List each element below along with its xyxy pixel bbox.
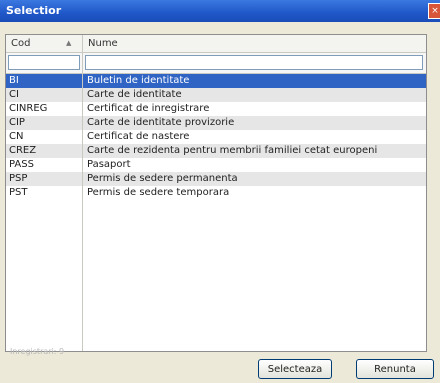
cell-nume: Certificat de inregistrare	[87, 103, 210, 114]
cell-nume: Permis de sedere temporara	[87, 187, 230, 198]
cell-cod: PSP	[9, 173, 28, 184]
selection-grid: Cod ▲ Nume BI Buletin de identitate CI C…	[5, 34, 427, 352]
table-row[interactable]: PSP Permis de sedere permanenta	[6, 172, 426, 186]
column-header-cod[interactable]: Cod ▲	[6, 35, 83, 52]
table-row[interactable]: CREZ Carte de rezidenta pentru membrii f…	[6, 144, 426, 158]
cell-nume: Carte de identitate provizorie	[87, 117, 235, 128]
cell-cod: CN	[9, 131, 24, 142]
cell-cod: CREZ	[9, 145, 37, 156]
table-row[interactable]: CIP Carte de identitate provizorie	[6, 116, 426, 130]
table-row[interactable]: BI Buletin de identitate	[6, 74, 426, 88]
cell-nume: Certificat de nastere	[87, 131, 190, 142]
table-row[interactable]: CINREG Certificat de inregistrare	[6, 102, 426, 116]
cell-cod: CINREG	[9, 103, 48, 114]
column-header-cod-label: Cod	[11, 38, 31, 49]
cancel-button[interactable]: Renunta	[356, 359, 434, 379]
table-row[interactable]: PST Permis de sedere temporara	[6, 186, 426, 200]
filter-cod-input[interactable]	[8, 55, 80, 70]
table-row[interactable]: CN Certificat de nastere	[6, 130, 426, 144]
status-text: Inregistrari: 9	[10, 347, 65, 356]
select-button[interactable]: Selecteaza	[258, 359, 332, 379]
cell-nume: Buletin de identitate	[87, 75, 190, 86]
cell-nume: Carte de rezidenta pentru membrii famili…	[87, 145, 378, 156]
cell-nume: Permis de sedere permanenta	[87, 173, 238, 184]
column-divider	[82, 35, 83, 351]
cell-cod: BI	[9, 75, 19, 86]
grid-header: Cod ▲ Nume	[6, 35, 426, 53]
cell-cod: CI	[9, 89, 19, 100]
cell-nume: Carte de identitate	[87, 89, 182, 100]
cell-cod: CIP	[9, 117, 25, 128]
sort-ascending-icon: ▲	[66, 39, 72, 47]
filter-row	[6, 53, 426, 74]
table-row[interactable]: PASS Pasaport	[6, 158, 426, 172]
window-title: Selectior	[6, 4, 62, 17]
cell-nume: Pasaport	[87, 159, 131, 170]
title-bar: Selectior ×	[0, 0, 440, 22]
close-icon[interactable]: ×	[428, 3, 440, 19]
cell-cod: PASS	[9, 159, 34, 170]
filter-nume-input[interactable]	[85, 55, 423, 70]
table-row[interactable]: CI Carte de identitate	[6, 88, 426, 102]
cell-cod: PST	[9, 187, 28, 198]
column-header-nume[interactable]: Nume	[83, 35, 426, 52]
dialog-body: Cod ▲ Nume BI Buletin de identitate CI C…	[0, 22, 440, 383]
